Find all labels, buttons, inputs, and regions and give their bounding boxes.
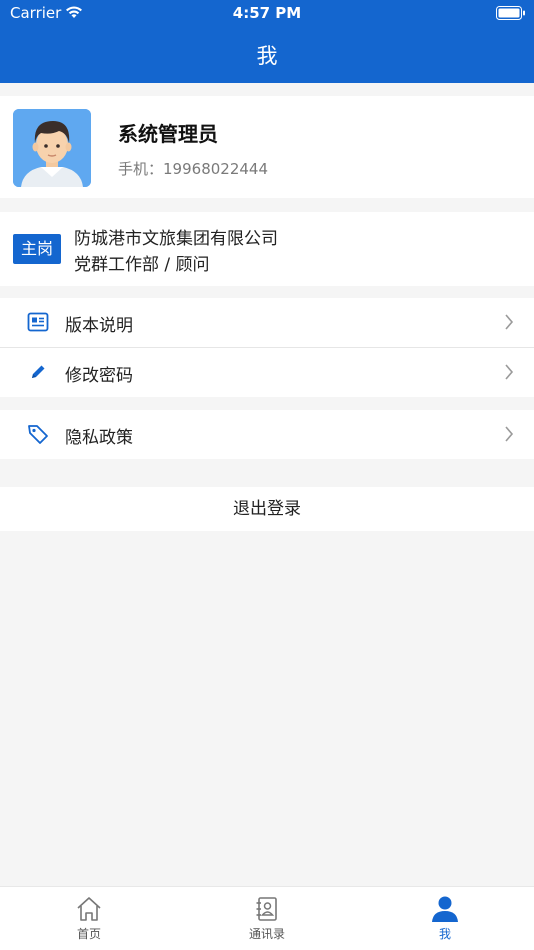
pencil-icon: [32, 365, 45, 378]
chevron-right-icon: [505, 314, 514, 330]
chevron-right-icon: [505, 364, 514, 380]
post-badge: 主岗: [13, 234, 61, 264]
battery-icon: [496, 6, 525, 20]
menu-item-privacy-policy[interactable]: 隐私政策: [0, 410, 534, 459]
menu-item-change-password[interactable]: 修改密码: [0, 348, 534, 397]
tab-label: 我: [438, 927, 451, 941]
phone-line: 手机：19968022444: [118, 158, 268, 179]
company-name: 防城港市文旅集团有限公司: [74, 229, 278, 249]
tab-bar: 首页 通讯录 我: [0, 886, 534, 950]
menu-group-2: 隐私政策: [0, 410, 534, 459]
avatar[interactable]: [13, 109, 91, 187]
status-bar: Carrier 4:57 PM: [0, 0, 534, 28]
document-icon: [27, 312, 49, 332]
status-time: 4:57 PM: [232, 4, 302, 22]
person-icon: [432, 896, 458, 922]
menu-group-1: 版本说明 修改密码: [0, 298, 534, 397]
phone-number: 19968022444: [163, 160, 268, 178]
tab-label: 通讯录: [248, 927, 285, 941]
user-name: 系统管理员: [118, 122, 218, 146]
user-avatar-icon: [13, 109, 91, 187]
department-position: 党群工作部 / 顾问: [74, 255, 210, 275]
menu-item-label: 隐私政策: [65, 428, 133, 448]
tab-label: 首页: [76, 927, 101, 941]
post-card: 主岗 防城港市文旅集团有限公司 党群工作部 / 顾问: [0, 212, 534, 286]
tab-home[interactable]: 首页: [0, 887, 178, 950]
contacts-icon: [256, 897, 277, 921]
profile-card[interactable]: 系统管理员 手机：19968022444: [0, 96, 534, 198]
home-icon: [77, 897, 101, 921]
page-title: 我: [256, 44, 278, 68]
menu-item-version-notes[interactable]: 版本说明: [0, 298, 534, 347]
phone-label: 手机：: [118, 160, 164, 178]
tab-contacts[interactable]: 通讯录: [178, 887, 356, 950]
tab-me[interactable]: 我: [356, 887, 534, 950]
tag-icon: [28, 425, 48, 444]
chevron-right-icon: [505, 426, 514, 442]
menu-item-label: 版本说明: [65, 316, 133, 336]
logout-button[interactable]: 退出登录: [0, 487, 534, 531]
menu-item-label: 修改密码: [65, 366, 133, 386]
header: Carrier 4:57 PM 我: [0, 0, 534, 83]
